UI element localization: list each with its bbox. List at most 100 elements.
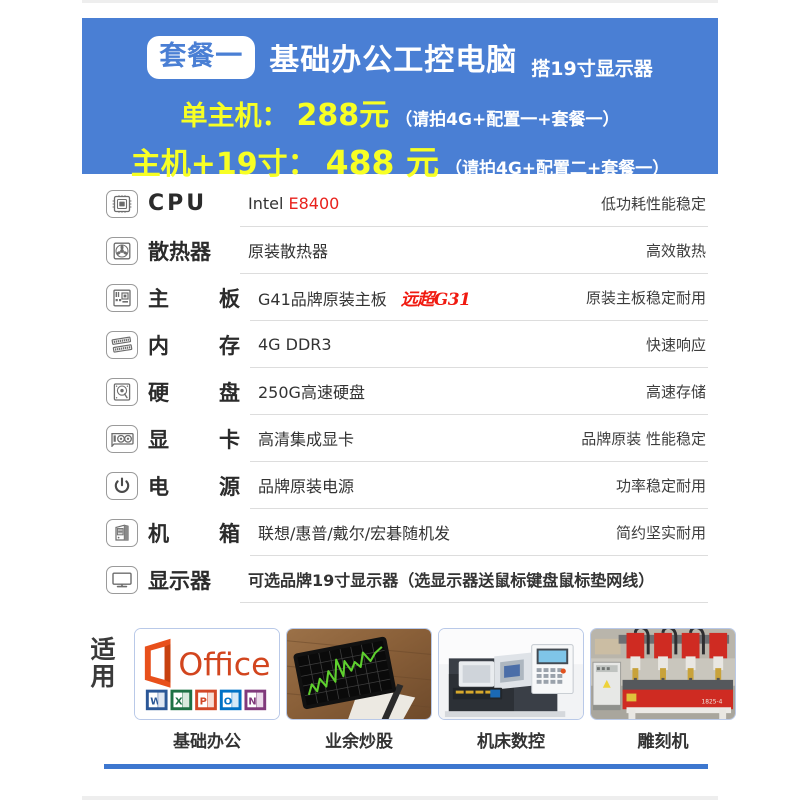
spec-value: Intel E8400: [248, 194, 339, 213]
spec-label: CPU: [148, 191, 208, 216]
spec-body: 250G高速硬盘 高速存储: [250, 368, 708, 415]
application-item: 机床数控: [438, 628, 584, 752]
svg-text:O: O: [224, 696, 232, 707]
spec-label-char-2: 卡: [219, 427, 240, 452]
svg-text:Office: Office: [178, 647, 270, 683]
svg-text:X: X: [175, 696, 183, 707]
bottom-edge-strip: [82, 796, 718, 800]
price-note-bundle: （请拍4G+配置二+套餐一）: [444, 159, 670, 179]
spec-value: 品牌原装电源: [258, 473, 354, 497]
price-amount-bundle: 488 元: [325, 143, 439, 182]
office-suite-thumbnail: Office W X P O N: [134, 628, 280, 720]
spec-value-text: 可选品牌19寸显示器（选显示器送鼠标键盘鼠标垫网线）: [248, 571, 655, 590]
spec-label-char-1: 显: [148, 427, 169, 452]
product-spec-poster: 套餐一 基础办公工控电脑 搭19寸显示器 单主机： 288元 （请拍4G+配置一…: [0, 0, 800, 800]
price-label-single: 单主机：: [180, 101, 289, 132]
applications-label: 适用: [90, 635, 116, 691]
spec-row: CPU Intel E8400 低功耗性能稳定: [100, 180, 708, 227]
spec-body: 高清集成显卡 品牌原装 性能稳定: [250, 415, 708, 462]
price-label-bundle: 主机+19寸：: [130, 147, 318, 182]
spec-label-char-2: 板: [219, 286, 240, 311]
spec-label: 内 存: [144, 330, 250, 360]
spec-row: 内 存 4G DDR3 快速响应: [100, 321, 708, 368]
applications-section: 适用 Office W X P O N 基础办公 业余炒股 机床数控 1825-…: [72, 628, 736, 758]
spec-body: 4G DDR3 快速响应: [250, 321, 708, 368]
spec-value: G41品牌原装主板 远超G31: [258, 285, 471, 310]
spec-label: 电 源: [144, 471, 250, 501]
svg-text:P: P: [200, 696, 207, 707]
spec-icon-cell: [100, 377, 144, 406]
spec-label: 显 卡: [144, 424, 250, 454]
price-note-single: （请拍4G+配置一+套餐一）: [395, 110, 620, 130]
spec-note: 高速存储: [645, 382, 706, 401]
spec-row: 电 源 品牌原装电源 功率稳定耐用: [100, 462, 708, 509]
spec-note: 快速响应: [645, 335, 706, 354]
application-caption: 机床数控: [477, 732, 545, 752]
spec-value-text: 联想/惠普/戴尔/宏碁随机发: [258, 524, 451, 543]
spec-label: 机 箱: [144, 518, 250, 548]
spec-row: 硬 盘 250G高速硬盘 高速存储: [100, 368, 708, 415]
svg-text:N: N: [248, 696, 256, 707]
spec-table: CPU Intel E8400 低功耗性能稳定 散热器 原装散热器 高效散热 主…: [100, 180, 708, 603]
spec-label-char-2: 箱: [219, 521, 240, 546]
spec-body: Intel E8400 低功耗性能稳定: [240, 180, 708, 227]
computer-case-icon: [106, 518, 138, 547]
application-caption: 雕刻机: [637, 732, 689, 752]
spec-value-highlight: E8400: [288, 193, 340, 213]
spec-value: 4G DDR3: [258, 335, 332, 354]
spec-note: 高效散热: [645, 241, 706, 260]
spec-note: 功率稳定耐用: [615, 476, 706, 495]
spec-value-text: G41品牌原装主板: [258, 289, 387, 309]
spec-note: 简约坚实耐用: [615, 523, 706, 542]
spec-value-text: Intel: [248, 193, 289, 213]
spec-value-text: 原装散热器: [248, 242, 329, 261]
spec-body: G41品牌原装主板 远超G31 原装主板稳定耐用: [250, 274, 708, 321]
spec-label-char-2: 源: [219, 474, 240, 499]
page-title: 基础办公工控电脑: [269, 43, 518, 78]
spec-label-char-1: 机: [148, 521, 169, 546]
spec-value: 250G高速硬盘: [258, 379, 365, 403]
spec-annotation: 远超G31: [400, 289, 471, 310]
header-subtitle: 搭19寸显示器: [531, 58, 653, 80]
spec-value: 可选品牌19寸显示器（选显示器送鼠标键盘鼠标垫网线）: [248, 567, 654, 591]
spec-label-char-1: 硬: [148, 380, 169, 405]
application-caption: 基础办公: [173, 732, 241, 752]
spec-label: 主 板: [144, 283, 250, 313]
spec-row: 显示器 可选品牌19寸显示器（选显示器送鼠标键盘鼠标垫网线）: [100, 556, 708, 603]
power-icon: [106, 471, 138, 500]
spec-label: 显示器: [148, 568, 211, 593]
price-row-single: 单主机： 288元 （请拍4G+配置一+套餐一）: [82, 90, 718, 134]
application-item: Office W X P O N 基础办公: [134, 628, 280, 752]
spec-label-char-1: 电: [148, 474, 169, 499]
engraving-machine-thumbnail: 1825-4: [590, 628, 736, 720]
spec-icon-cell: [100, 189, 144, 218]
applications-grid: Office W X P O N 基础办公 业余炒股 机床数控 1825-4 雕…: [134, 628, 736, 752]
price-row-bundle: 主机+19寸： 488 元 （请拍4G+配置二+套餐一）: [82, 136, 718, 184]
graphics-card-icon: [106, 424, 138, 453]
spec-label: 散热器: [148, 239, 211, 264]
spec-value-text: 高清集成显卡: [258, 430, 355, 449]
cooler-fan-icon: [106, 236, 138, 265]
spec-value: 联想/惠普/戴尔/宏碁随机发: [258, 520, 450, 544]
monitor-icon: [106, 565, 138, 594]
spec-icon-cell: [100, 236, 144, 265]
spec-icon-cell: [100, 518, 144, 547]
spec-icon-cell: [100, 283, 144, 312]
spec-row: 显 卡 高清集成显卡 品牌原装 性能稳定: [100, 415, 708, 462]
spec-body: 联想/惠普/戴尔/宏碁随机发 简约坚实耐用: [250, 509, 708, 556]
spec-note: 低功耗性能稳定: [600, 194, 706, 213]
spec-note: 原装主板稳定耐用: [585, 288, 706, 307]
spec-body: 品牌原装电源 功率稳定耐用: [250, 462, 708, 509]
spec-value: 高清集成显卡: [258, 426, 354, 450]
spec-label-char-2: 存: [219, 333, 240, 358]
application-item: 1825-4 雕刻机: [590, 628, 736, 752]
spec-row: 散热器 原装散热器 高效散热: [100, 227, 708, 274]
spec-icon-cell: [100, 330, 144, 359]
spec-icon-cell: [100, 424, 144, 453]
spec-body: 原装散热器 高效散热: [240, 227, 708, 274]
svg-text:1825-4: 1825-4: [701, 699, 722, 705]
application-caption: 业余炒股: [325, 732, 393, 752]
ram-icon: [106, 330, 138, 359]
price-amount-single: 288元: [296, 98, 390, 133]
application-item: 业余炒股: [286, 628, 432, 752]
